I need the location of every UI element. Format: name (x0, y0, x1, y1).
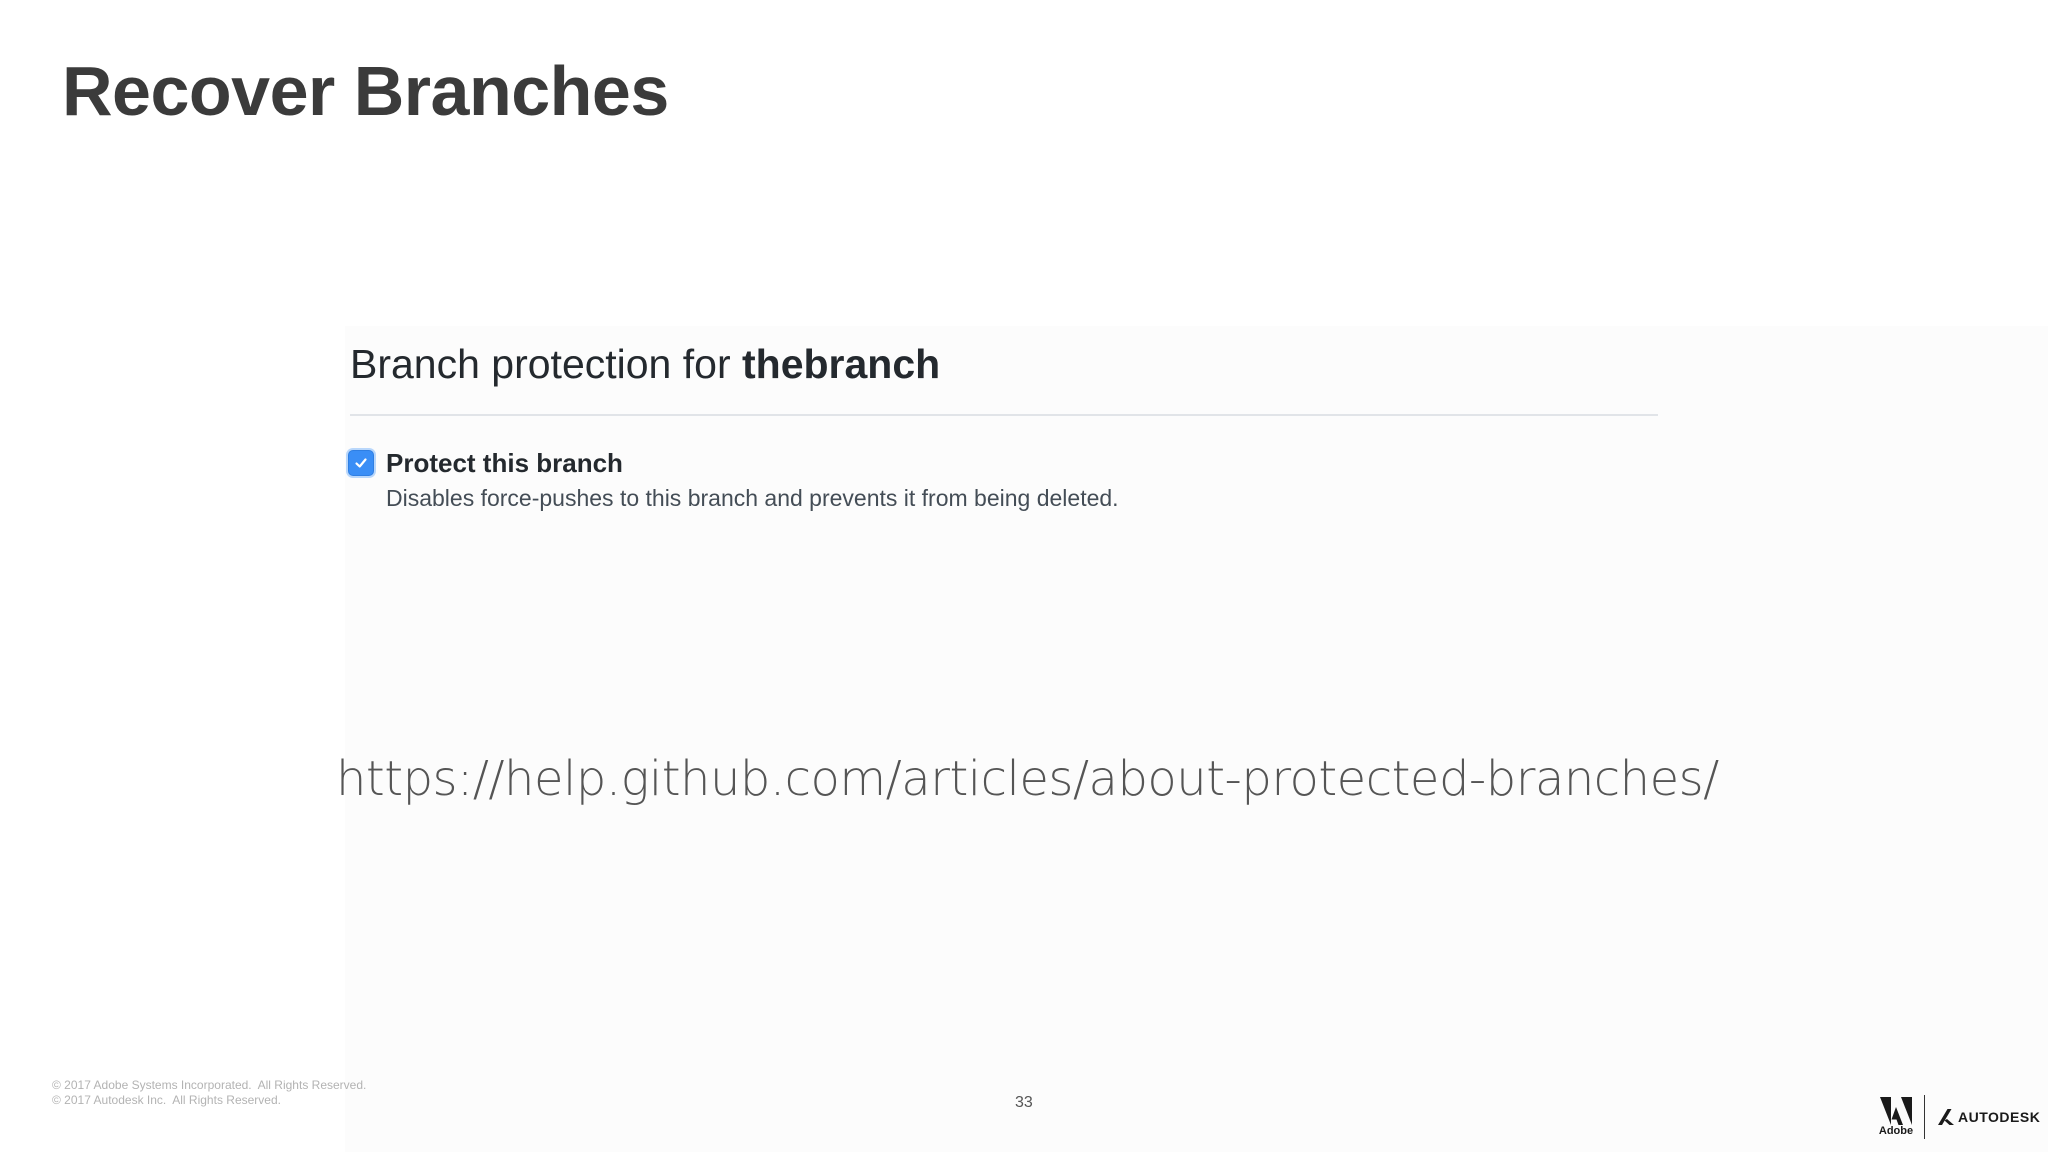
branch-protection-heading-prefix: Branch protection for (350, 341, 731, 387)
branch-name: thebranch (742, 341, 941, 387)
autodesk-logo-icon (1938, 1109, 1954, 1125)
copyright-notice: © 2017 Adobe Systems Incorporated. All R… (52, 1078, 366, 1108)
footer-logos: Adobe AUTODESK (1878, 1094, 2040, 1140)
checkmark-icon (355, 458, 367, 468)
help-url-link[interactable]: https://help.github.com/articles/about-p… (336, 751, 1719, 809)
slide-title: Recover Branches (62, 52, 669, 130)
autodesk-logo-text: AUTODESK (1958, 1109, 2041, 1125)
adobe-logo: Adobe (1878, 1097, 1914, 1137)
autodesk-logo: AUTODESK (1937, 1108, 2040, 1126)
logo-separator (1924, 1095, 1925, 1139)
branch-protection-heading: Branch protection for thebranch (350, 344, 940, 385)
copyright-line-autodesk: © 2017 Autodesk Inc. All Rights Reserved… (52, 1093, 281, 1107)
copyright-line-adobe: © 2017 Adobe Systems Incorporated. All R… (52, 1078, 367, 1092)
protect-branch-description: Disables force-pushes to this branch and… (386, 485, 1119, 511)
heading-divider (350, 414, 1658, 416)
protect-branch-checkbox[interactable] (348, 450, 374, 476)
page-number: 33 (1015, 1094, 1033, 1111)
protect-branch-label[interactable]: Protect this branch (386, 449, 623, 478)
adobe-logo-text: Adobe (1878, 1125, 1914, 1137)
adobe-logo-icon (1880, 1097, 1912, 1125)
